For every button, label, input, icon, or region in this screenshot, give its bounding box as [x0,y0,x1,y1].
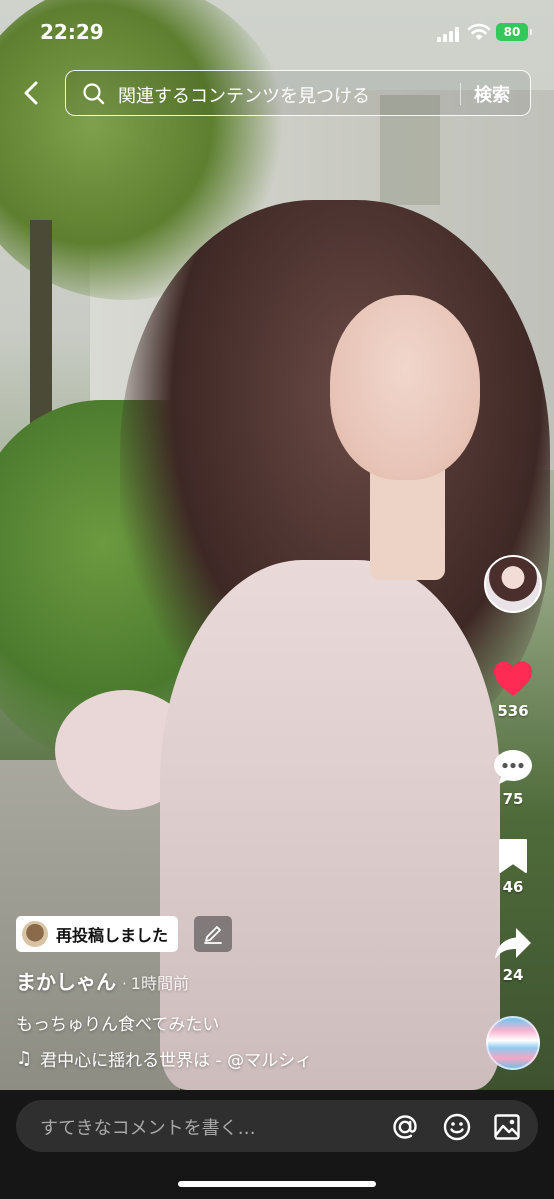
status-time: 22:29 [40,20,104,44]
save-count: 46 [502,878,524,896]
video-subject-face [330,295,480,480]
like-button[interactable]: 536 [483,660,543,720]
comment-count: 75 [502,790,524,808]
music-title: 君中心に揺れる世界は - @マルシィ [40,1051,313,1071]
search-input[interactable]: 関連するコンテンツを見つける [118,82,370,108]
post-time: 1時間前 [130,974,189,993]
search-divider [460,83,461,105]
music-info[interactable]: ♫ 君中心に揺れる世界は - @マルシィ [16,1046,312,1071]
status-bar: 22:29 80 [0,0,554,62]
search-bar[interactable]: 関連するコンテンツを見つける 検索 [65,70,531,116]
post-caption[interactable]: もっちゅりん食べてみたい [16,1010,219,1035]
author-line: まかしゃん · 1時間前 [16,966,189,995]
back-button[interactable] [14,76,48,110]
cellular-signal-icon [437,26,463,42]
battery-indicator: 80 [496,23,532,41]
share-count: 24 [502,966,524,984]
comment-icon [494,750,532,784]
chevron-left-icon [24,81,38,105]
save-button[interactable]: 46 [483,838,543,896]
repost-label: 再投稿しました [56,926,169,945]
search-icon [83,83,105,105]
emoji-icon[interactable] [442,1112,472,1142]
creator-avatar[interactable] [484,555,542,613]
repost-badge[interactable]: 再投稿しました [16,916,179,952]
bookmark-icon [499,839,527,873]
comment-placeholder: すてきなコメントを書く… [40,1118,256,1139]
share-icon [495,928,531,959]
edit-button[interactable] [194,916,232,952]
author-separator: · [122,975,127,993]
home-indicator[interactable] [178,1181,376,1187]
like-count: 536 [497,702,529,720]
heart-icon [494,661,532,696]
author-name[interactable]: まかしゃん [16,970,116,994]
image-icon[interactable] [492,1112,522,1142]
comment-input[interactable]: すてきなコメントを書く… [16,1100,538,1152]
music-note-icon: ♫ [16,1048,33,1069]
at-icon[interactable] [390,1112,420,1142]
comment-button[interactable]: 75 [483,748,543,808]
battery-level: 80 [503,25,521,39]
pencil-icon [204,926,222,944]
reposter-avatar [22,921,48,947]
music-disc[interactable] [486,1016,540,1070]
share-button[interactable]: 24 [483,926,543,984]
search-button[interactable]: 検索 [474,81,510,107]
wifi-icon [467,22,491,42]
